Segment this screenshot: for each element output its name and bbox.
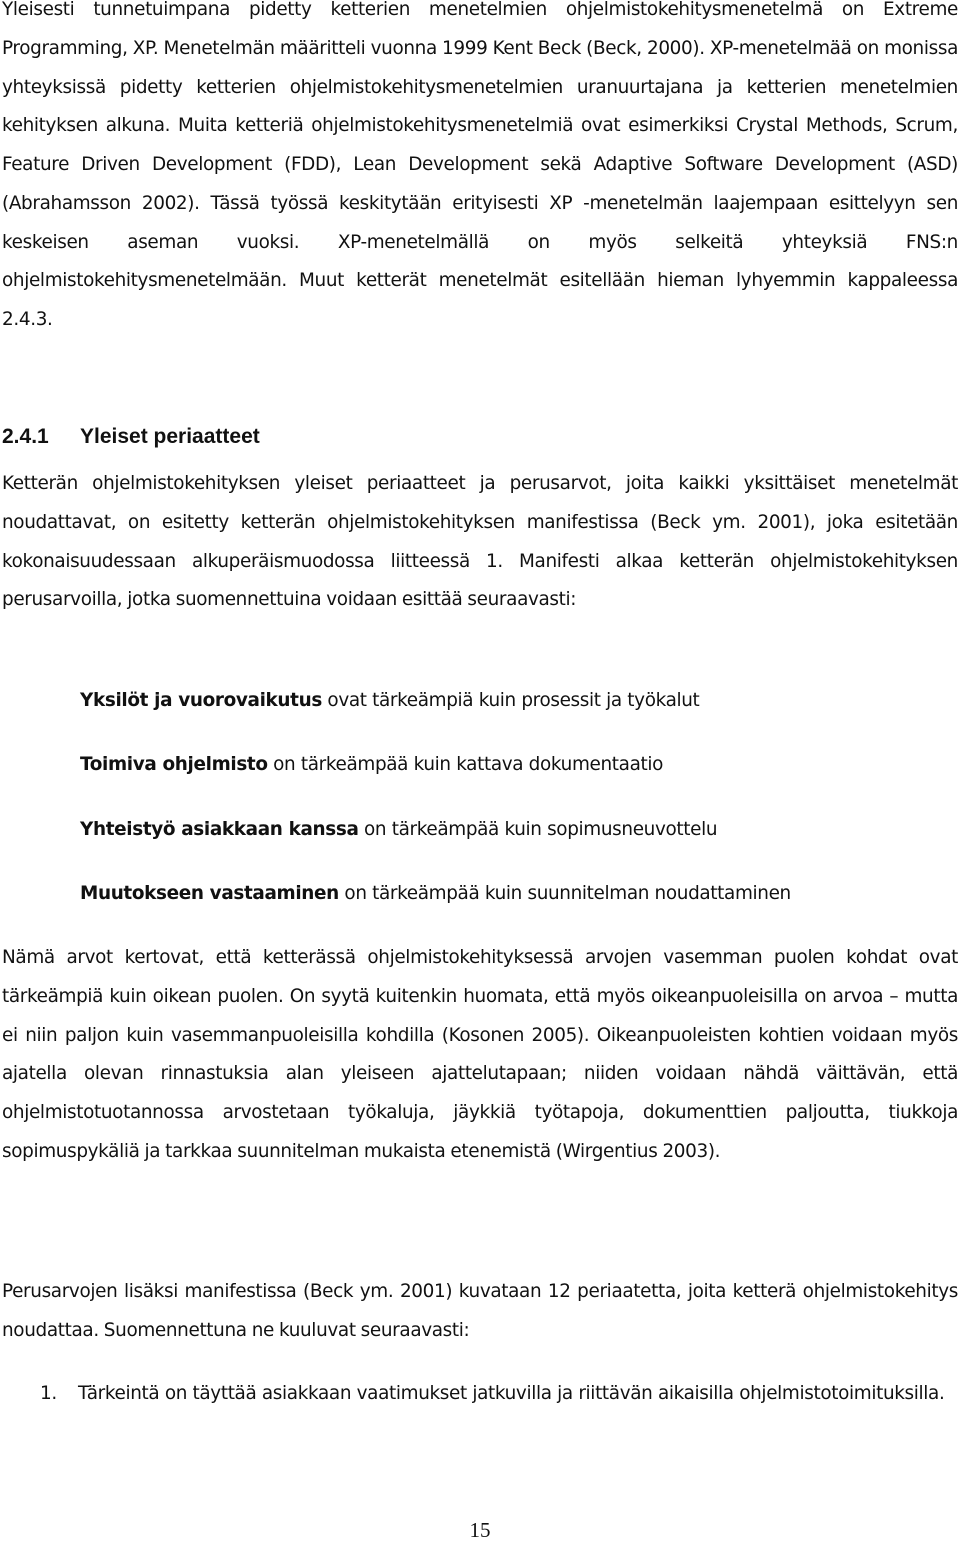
value-rest: on tärkeämpää kuin sopimusneuvottelu	[358, 818, 718, 840]
value-rest: on tärkeämpää kuin suunnitelman noudatta…	[338, 882, 791, 904]
manifesto-value: Yksilöt ja vuorovaikutus ovat tärkeämpiä…	[80, 682, 950, 746]
list-marker: 1.	[40, 1383, 57, 1404]
principle-item: 1. Tärkeintä on täyttää asiakkaan vaatim…	[0, 1375, 958, 1414]
twelve-principles-intro-paragraph: Perusarvojen lisäksi manifestissa (Beck …	[2, 1281, 958, 1341]
intro-paragraph: Yleisesti tunnetuimpana pidetty ketterie…	[2, 0, 958, 330]
manifesto-value: Toimiva ohjelmisto on tärkeämpää kuin ka…	[80, 746, 950, 810]
value-rest: ovat tärkeämpiä kuin prosessit ja työkal…	[321, 690, 700, 711]
section-title: Yleiset periaatteet	[80, 425, 260, 448]
value-emphasis: Toimiva ohjelmisto	[80, 754, 268, 776]
value-emphasis: Muutokseen vastaaminen	[80, 882, 339, 904]
principles-intro-paragraph: Ketterän ohjelmistokehityksen yleiset pe…	[2, 473, 958, 611]
value-rest: on tärkeämpää kuin kattava dokumentaatio	[267, 754, 664, 776]
section-number: 2.4.1	[2, 425, 49, 448]
manifesto-value: Yhteistyö asiakkaan kanssa on tärkeämpää…	[80, 811, 950, 875]
document-page: Yleisesti tunnetuimpana pidetty ketterie…	[0, 0, 960, 1550]
value-emphasis: Yhteistyö asiakkaan kanssa	[80, 818, 359, 840]
value-emphasis: Yksilöt ja vuorovaikutus	[80, 690, 322, 711]
manifesto-values-list: Yksilöt ja vuorovaikutus ovat tärkeämpiä…	[80, 682, 950, 939]
section-heading: 2.4.1 Yleiset periaatteet	[2, 420, 260, 454]
page-number: 15	[469, 1518, 491, 1542]
principle-text: Tärkeintä on täyttää asiakkaan vaatimuks…	[78, 1383, 945, 1404]
manifesto-value: Muutokseen vastaaminen on tärkeämpää kui…	[80, 875, 950, 939]
values-explanation-paragraph: Nämä arvot kertovat, että ketterässä ohj…	[2, 947, 958, 1162]
principles-list: 1. Tärkeintä on täyttää asiakkaan vaatim…	[0, 1375, 958, 1414]
